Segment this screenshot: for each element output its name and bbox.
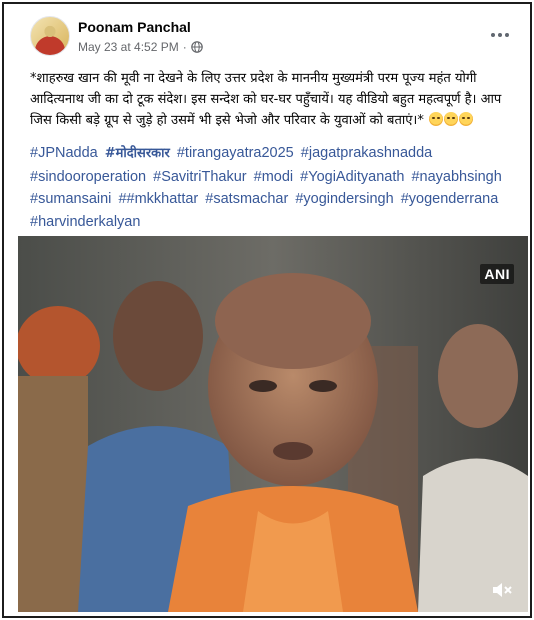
- hashtag-link[interactable]: #SavitriThakur: [153, 169, 246, 185]
- speaker-muted-icon[interactable]: [490, 578, 514, 602]
- hashtag-link[interactable]: #jagatprakashnadda: [301, 145, 432, 161]
- hashtag-link[interactable]: #harvinderkalyan: [30, 214, 140, 230]
- hashtag-list: #JPNadda #मोदीसरकार #tirangayatra2025 #j…: [30, 142, 520, 233]
- hashtag-link[interactable]: #yogenderrana: [401, 191, 499, 207]
- hashtag-link[interactable]: #satsmachar: [205, 191, 288, 207]
- hashtag-link[interactable]: #sumansaini: [30, 191, 111, 207]
- hashtag-link[interactable]: #JPNadda: [30, 145, 98, 161]
- more-options-icon[interactable]: [488, 26, 512, 44]
- meta-separator: ·: [182, 40, 187, 54]
- post-card: Poonam Panchal May 23 at 4:52 PM · *शाहर…: [2, 2, 532, 618]
- hashtag-link[interactable]: #yogindersingh: [295, 191, 393, 207]
- globe-icon: [190, 41, 203, 53]
- ani-watermark: ANI: [480, 264, 514, 284]
- avatar[interactable]: [30, 16, 70, 56]
- rolling-eyes-emoji: [429, 112, 443, 126]
- video-frame: [18, 236, 528, 612]
- rolling-eyes-emoji: [444, 112, 458, 126]
- post-meta: May 23 at 4:52 PM ·: [78, 40, 203, 54]
- hashtag-link[interactable]: #YogiAdityanath: [300, 169, 404, 185]
- rolling-eyes-emoji: [459, 112, 473, 126]
- post-text: *शाहरुख खान की मूवी ना देखने के लिए उत्त…: [30, 68, 520, 131]
- hashtag-link[interactable]: #nayabhsingh: [411, 169, 501, 185]
- hashtag-link[interactable]: ##mkkhattar: [118, 191, 198, 207]
- author-name[interactable]: Poonam Panchal: [78, 19, 191, 35]
- hashtag-link[interactable]: #sindooroperation: [30, 169, 146, 185]
- hashtag-link[interactable]: #मोदीसरकार: [105, 146, 170, 161]
- hashtag-link[interactable]: #tirangayatra2025: [177, 145, 294, 161]
- video-player[interactable]: ANI: [18, 236, 528, 612]
- post-header: Poonam Panchal May 23 at 4:52 PM ·: [18, 16, 516, 60]
- timestamp[interactable]: May 23 at 4:52 PM: [78, 40, 179, 54]
- hashtag-link[interactable]: #modi: [254, 169, 294, 185]
